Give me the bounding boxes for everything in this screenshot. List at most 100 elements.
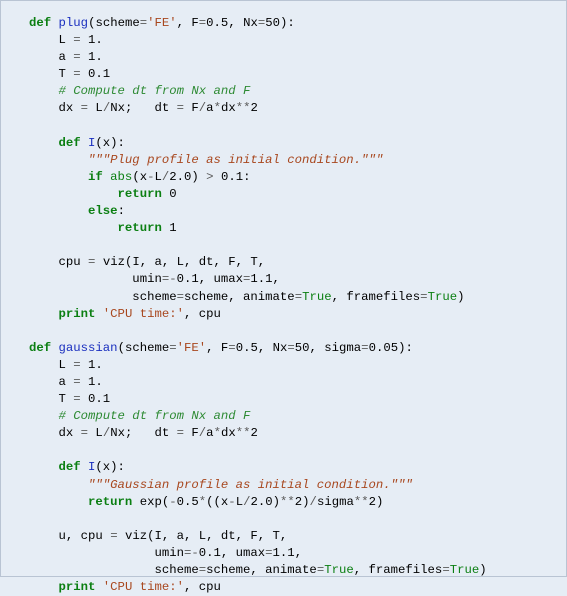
comment: # Compute dt from Nx and F xyxy=(29,84,250,98)
sig: (scheme xyxy=(118,341,170,355)
func-name: I xyxy=(81,460,96,474)
expr: ) xyxy=(191,170,206,184)
expr: a xyxy=(206,426,213,440)
builtin-exp: exp xyxy=(132,495,162,509)
keyword-return: return xyxy=(29,221,162,235)
val: 1. xyxy=(81,50,103,64)
str: 'CPU time:' xyxy=(95,580,184,594)
keyword-def: def xyxy=(29,341,51,355)
arg: scheme, animate xyxy=(206,563,317,577)
sig: , F xyxy=(177,16,199,30)
eq: = xyxy=(73,67,80,81)
eq: = xyxy=(287,341,294,355)
op: ** xyxy=(236,426,251,440)
num: 2.0 xyxy=(250,495,272,509)
builtin-true: True xyxy=(302,290,332,304)
assign: u, cpu xyxy=(29,529,110,543)
keyword-return: return xyxy=(29,187,162,201)
keyword-else: else xyxy=(29,204,118,218)
keyword-def: def xyxy=(29,16,51,30)
expr: a xyxy=(206,101,213,115)
assign: dx xyxy=(29,426,81,440)
num: 0.1 xyxy=(199,546,221,560)
keyword-print: print xyxy=(29,580,95,594)
op: ** xyxy=(236,101,251,115)
op: ** xyxy=(354,495,369,509)
assign: a xyxy=(29,375,73,389)
eq: = xyxy=(140,16,147,30)
eq: = xyxy=(420,290,427,304)
func-name: gaussian xyxy=(59,341,118,355)
paren: ) xyxy=(302,495,309,509)
val: 1. xyxy=(81,33,103,47)
sig: (scheme xyxy=(88,16,140,30)
call: viz(I, a, L, dt, F, T, xyxy=(95,255,265,269)
arg: , cpu xyxy=(184,307,221,321)
eq: = xyxy=(228,341,235,355)
op: > xyxy=(206,170,213,184)
sig: , sigma xyxy=(310,341,362,355)
keyword-return: return xyxy=(29,495,132,509)
eq: = xyxy=(73,375,80,389)
num: 50 xyxy=(265,16,280,30)
eq: = xyxy=(177,101,184,115)
num: 1 xyxy=(162,221,177,235)
sig: , Nx xyxy=(258,341,288,355)
assign: T xyxy=(29,67,73,81)
arg: scheme, animate xyxy=(184,290,295,304)
keyword-if: if xyxy=(29,170,103,184)
expr: Nx; dt xyxy=(110,426,176,440)
str: 'FE' xyxy=(177,341,207,355)
eq: = xyxy=(361,341,368,355)
builtin-true: True xyxy=(428,290,458,304)
expr: ((x xyxy=(206,495,228,509)
val: 0.1 xyxy=(81,67,111,81)
var: sigma xyxy=(317,495,354,509)
num: 0.5 xyxy=(236,341,258,355)
expr: F xyxy=(184,426,199,440)
num: 2 xyxy=(369,495,376,509)
num: 0.5 xyxy=(177,495,199,509)
num: 1.1 xyxy=(250,272,272,286)
eq: = xyxy=(177,426,184,440)
expr: dx xyxy=(221,426,236,440)
arg: , framefiles xyxy=(354,563,443,577)
arg: umin xyxy=(29,272,162,286)
expr: dx xyxy=(221,101,236,115)
func-name: I xyxy=(81,136,96,150)
sig: (x): xyxy=(95,136,125,150)
eq: = xyxy=(265,546,272,560)
num: 0.5 xyxy=(206,16,228,30)
docstring: """Gaussian profile as initial condition… xyxy=(29,478,413,492)
expr: F xyxy=(184,101,199,115)
func-name: plug xyxy=(59,16,89,30)
expr: L xyxy=(88,101,103,115)
arg: , umax xyxy=(221,546,265,560)
call: viz(I, a, L, dt, F, T, xyxy=(118,529,288,543)
builtin-abs: abs xyxy=(103,170,133,184)
eq: =- xyxy=(184,546,199,560)
builtin-true: True xyxy=(450,563,480,577)
assign: L xyxy=(29,358,73,372)
op: * xyxy=(214,101,221,115)
eq: = xyxy=(295,290,302,304)
arg: umin xyxy=(29,546,184,560)
code-block: def plug(scheme='FE', F=0.5, Nx=50): L =… xyxy=(29,15,556,596)
assign: L xyxy=(29,33,73,47)
eq: = xyxy=(73,358,80,372)
op: * xyxy=(214,426,221,440)
eq: = xyxy=(177,290,184,304)
builtin-true: True xyxy=(324,563,354,577)
val: 0.1 xyxy=(81,392,111,406)
expr: L xyxy=(236,495,243,509)
sig-close: ): xyxy=(398,341,413,355)
eq: = xyxy=(73,50,80,64)
arg: scheme xyxy=(29,290,177,304)
op: / xyxy=(310,495,317,509)
paren: ) xyxy=(273,495,280,509)
eq: = xyxy=(73,33,80,47)
num: 0.1: xyxy=(214,170,251,184)
num: 0.1 xyxy=(177,272,199,286)
num: 2.0 xyxy=(169,170,191,184)
op: - xyxy=(169,495,176,509)
